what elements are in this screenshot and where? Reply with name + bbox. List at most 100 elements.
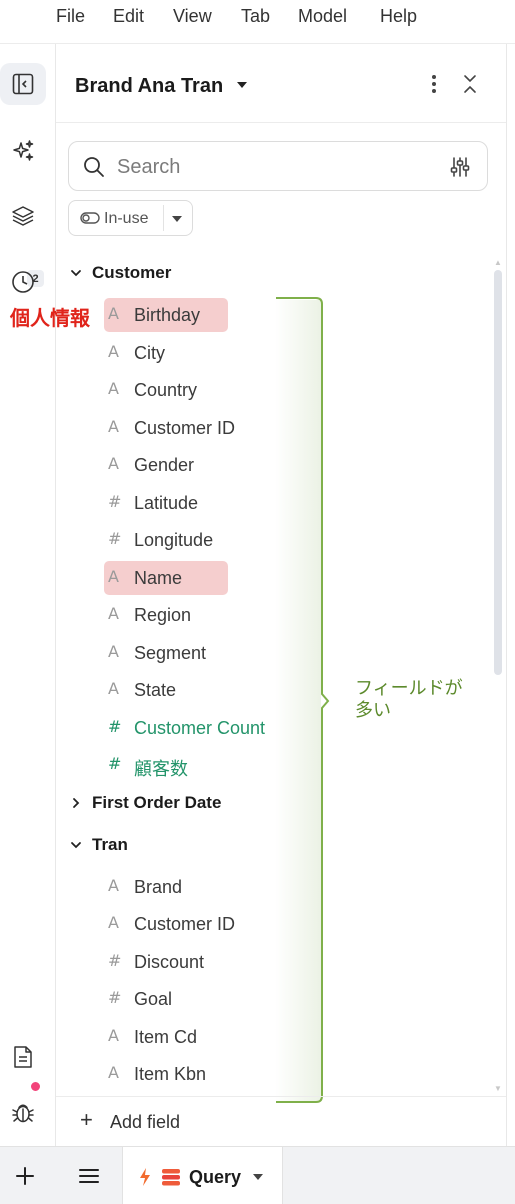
- field-customer-count[interactable]: # Customer Count: [104, 711, 314, 745]
- field-tran-customer-id[interactable]: A Customer ID: [104, 907, 314, 941]
- field-region[interactable]: A Region: [104, 598, 314, 632]
- text-type-icon: A: [108, 379, 119, 398]
- scroll-down-arrow[interactable]: ▼: [494, 1084, 502, 1093]
- document-button[interactable]: [0, 1036, 46, 1078]
- tab-query[interactable]: Query: [122, 1147, 283, 1204]
- field-name[interactable]: A Name: [104, 561, 228, 595]
- panel-header: Brand Ana Tran: [56, 44, 506, 123]
- field-label: 顧客数: [134, 759, 188, 779]
- number-type-icon: #: [108, 492, 122, 511]
- field-gender[interactable]: A Gender: [104, 448, 314, 482]
- notification-dot: [30, 1081, 41, 1092]
- text-type-icon: A: [108, 454, 119, 473]
- field-label: Latitude: [134, 493, 199, 513]
- text-type-icon: A: [108, 604, 119, 623]
- document-icon: [14, 1046, 32, 1068]
- group-tran[interactable]: Tran: [70, 833, 128, 857]
- menu-bar: File Edit View Tab Model Help: [0, 0, 515, 44]
- chevron-down-icon: [71, 842, 81, 849]
- chevron-down-icon[interactable]: [171, 214, 183, 224]
- add-tab-button[interactable]: [0, 1147, 50, 1204]
- annotation-personal-info: 個人情報: [10, 306, 90, 330]
- bottom-bar: Query: [0, 1146, 515, 1204]
- layers-button[interactable]: [0, 195, 46, 237]
- text-type-icon: A: [108, 567, 119, 586]
- menu-file[interactable]: File: [56, 6, 85, 27]
- ai-assist-button[interactable]: [0, 130, 46, 172]
- field-customer-id[interactable]: A Customer ID: [104, 411, 314, 445]
- field-label: Customer ID: [134, 418, 236, 438]
- chevron-down-icon[interactable]: [252, 1172, 264, 1182]
- filter-settings-icon[interactable]: [449, 155, 471, 179]
- menu-model[interactable]: Model: [298, 6, 347, 27]
- menu-edit[interactable]: Edit: [113, 6, 144, 27]
- group-label: Tran: [92, 835, 128, 854]
- group-first-order-date[interactable]: First Order Date: [70, 791, 221, 815]
- field-customer-count-ja[interactable]: # 顧客数: [104, 748, 314, 782]
- field-label: Customer Count: [134, 718, 266, 738]
- field-label: Segment: [134, 643, 207, 663]
- text-type-icon: A: [108, 304, 119, 323]
- group-customer[interactable]: Customer: [70, 261, 171, 285]
- field-label: Customer ID: [134, 914, 236, 934]
- bug-icon: [12, 1104, 34, 1123]
- field-label: Item Kbn: [134, 1064, 207, 1084]
- field-segment[interactable]: A Segment: [104, 636, 314, 670]
- collapse-icon[interactable]: [460, 73, 480, 95]
- field-latitude[interactable]: # Latitude: [104, 486, 314, 520]
- search-field[interactable]: Search: [68, 141, 488, 191]
- scrollbar-thumb[interactable]: [494, 270, 502, 675]
- more-options-icon[interactable]: [424, 73, 444, 95]
- scroll-up-arrow[interactable]: ▲: [494, 258, 502, 267]
- chevron-down-icon[interactable]: [236, 80, 248, 90]
- left-rail: 2: [0, 44, 56, 1146]
- menu-help[interactable]: Help: [380, 6, 417, 27]
- text-type-icon: A: [108, 417, 119, 436]
- history-button[interactable]: [0, 261, 46, 303]
- panel-toggle-icon: [12, 73, 34, 95]
- field-city[interactable]: A City: [104, 336, 314, 370]
- field-label: State: [134, 680, 177, 700]
- panel-title[interactable]: Brand Ana Tran: [75, 75, 223, 98]
- menu-view[interactable]: View: [173, 6, 212, 27]
- field-label: Item Cd: [134, 1027, 198, 1047]
- field-label: Discount: [134, 952, 205, 972]
- tab-list-button[interactable]: [64, 1147, 114, 1204]
- panel-toggle-button[interactable]: [0, 63, 46, 105]
- field-country[interactable]: A Country: [104, 373, 314, 407]
- add-field-button[interactable]: + Add field: [56, 1096, 506, 1146]
- search-input[interactable]: Search: [117, 156, 180, 179]
- field-longitude[interactable]: # Longitude: [104, 523, 314, 557]
- field-brand[interactable]: A Brand: [104, 870, 314, 904]
- sparkle-icon: [13, 140, 34, 161]
- search-icon: [84, 157, 104, 177]
- text-type-icon: A: [108, 876, 119, 895]
- divider: [163, 205, 164, 231]
- menu-tab[interactable]: Tab: [241, 6, 270, 27]
- field-discount[interactable]: # Discount: [104, 945, 314, 979]
- field-label: Country: [134, 380, 198, 400]
- plus-icon: +: [80, 1107, 93, 1132]
- debug-button[interactable]: [0, 1092, 46, 1134]
- toggle-icon: [80, 212, 100, 224]
- add-field-label: Add field: [110, 1112, 181, 1132]
- in-use-filter[interactable]: In-use: [68, 200, 193, 236]
- lightning-icon: [140, 1168, 150, 1186]
- field-goal[interactable]: # Goal: [104, 982, 314, 1016]
- text-type-icon: A: [108, 679, 119, 698]
- chevron-down-icon: [71, 270, 81, 277]
- history-icon: [12, 271, 34, 293]
- text-type-icon: A: [108, 1026, 119, 1045]
- field-item-cd[interactable]: A Item Cd: [104, 1020, 314, 1054]
- field-item-kbn[interactable]: A Item Kbn: [104, 1057, 314, 1091]
- plus-icon: [16, 1167, 34, 1185]
- group-label: Customer: [92, 263, 172, 282]
- text-type-icon: A: [108, 1063, 119, 1082]
- database-icon: [162, 1169, 180, 1186]
- field-label: Region: [134, 605, 192, 625]
- layers-icon: [12, 206, 34, 226]
- field-state[interactable]: A State: [104, 673, 314, 707]
- field-label: Gender: [134, 455, 195, 475]
- annotation-many-fields: フィールドが多い: [355, 678, 463, 721]
- field-birthday[interactable]: A Birthday: [104, 298, 228, 332]
